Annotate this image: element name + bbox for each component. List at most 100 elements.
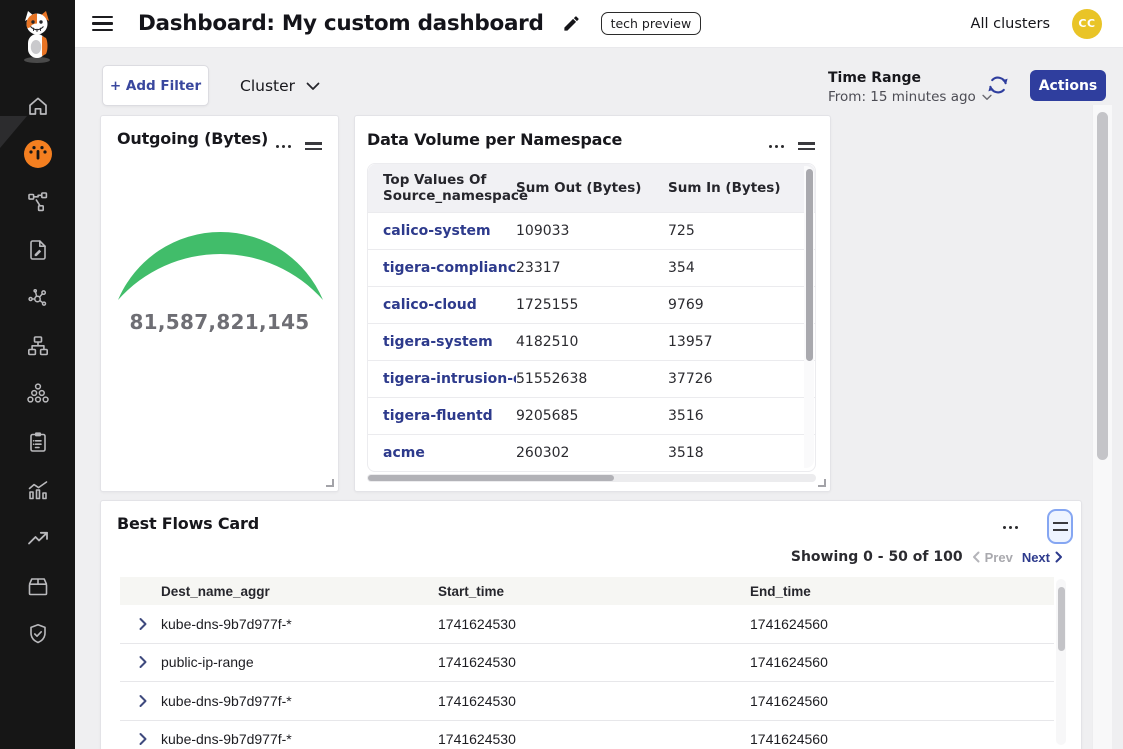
drag-handle-focused[interactable]	[1047, 509, 1073, 544]
table-header-row: Top Values Of Source_namespace Sum Out (…	[368, 164, 815, 212]
sum-out-value: 260302	[516, 445, 668, 461]
clipboard-icon	[26, 430, 50, 454]
namespace-link[interactable]: calico-cloud	[383, 297, 516, 313]
namespace-link[interactable]: calico-system	[383, 223, 516, 239]
table-row: tigera-system 4182510 13957	[368, 323, 815, 360]
sum-out-value: 1725155	[516, 297, 668, 313]
expand-row-button[interactable]	[136, 730, 150, 749]
chevron-right-icon	[1055, 551, 1063, 563]
scrollbar-thumb[interactable]	[1058, 587, 1065, 651]
main-content: + Add Filter Cluster Time Range From: 15…	[75, 48, 1123, 749]
namespace-link[interactable]: tigera-fluentd	[383, 408, 516, 424]
table-row: tigera-compliance 23317 354	[368, 249, 815, 286]
namespace-link[interactable]: tigera-compliance	[383, 260, 516, 276]
user-avatar[interactable]: CC	[1072, 9, 1102, 39]
more-options-icon[interactable]	[1002, 522, 1019, 533]
more-options-icon[interactable]	[275, 141, 292, 152]
sidebar-item-network[interactable]	[0, 274, 75, 322]
page-scrollbar[interactable]	[1092, 105, 1112, 749]
expand-row-button[interactable]	[136, 614, 150, 633]
chevron-right-icon	[139, 656, 147, 669]
outgoing-bytes-card: Outgoing (Bytes) 81,587,821,145	[100, 115, 339, 492]
column-header: Sum Out (Bytes)	[516, 180, 668, 196]
add-filter-button[interactable]: + Add Filter	[102, 65, 209, 106]
expand-row-button[interactable]	[136, 653, 150, 672]
table-vertical-scrollbar[interactable]	[804, 166, 814, 468]
next-page-button[interactable]: Next	[1022, 550, 1063, 565]
time-range-dropdown[interactable]: From: 15 minutes ago	[828, 89, 992, 105]
shield-check-icon	[26, 622, 50, 646]
tech-preview-badge: tech preview	[601, 12, 702, 35]
card-title: Outgoing (Bytes)	[117, 129, 268, 148]
more-options-icon[interactable]	[768, 141, 785, 152]
prev-page-button[interactable]: Prev	[972, 550, 1013, 565]
sidebar-item-home[interactable]	[0, 82, 75, 130]
cluster-nodes-icon	[25, 381, 51, 407]
sidebar-item-statistics[interactable]	[0, 466, 75, 514]
menu-hamburger-icon[interactable]	[92, 12, 113, 35]
namespace-link[interactable]: tigera-system	[383, 334, 516, 350]
sidebar-item-dashboards[interactable]	[0, 130, 75, 178]
pagination-summary: Showing 0 - 50 of 100	[791, 549, 963, 565]
scrollbar-thumb[interactable]	[806, 169, 813, 361]
namespace-link[interactable]: tigera-intrusion-d…	[383, 371, 516, 387]
home-icon	[26, 94, 50, 118]
sidebar-item-clusters[interactable]	[0, 370, 75, 418]
cluster-filter-dropdown[interactable]: Cluster	[240, 74, 320, 98]
time-range-value: From: 15 minutes ago	[828, 89, 976, 105]
sidebar-item-security[interactable]	[0, 610, 75, 658]
expand-row-button[interactable]	[136, 691, 150, 710]
scrollbar-thumb[interactable]	[1097, 112, 1108, 460]
sidebar-item-trends[interactable]	[0, 514, 75, 562]
dest-name: kube-dns-9b7d977f-*	[120, 693, 438, 709]
pagination: Showing 0 - 50 of 100 Prev Next	[791, 549, 1063, 565]
sidebar-item-compliance[interactable]	[0, 418, 75, 466]
policy-document-icon	[26, 238, 50, 262]
dashboard-gauge-icon	[23, 139, 53, 169]
gauge-arc	[118, 232, 323, 300]
chevron-left-icon	[972, 551, 980, 563]
end-time: 1741624560	[750, 616, 1054, 632]
drag-handle-icon[interactable]	[798, 136, 815, 157]
sum-in-value: 13957	[668, 334, 808, 350]
cluster-selector[interactable]: All clusters	[971, 16, 1050, 32]
sum-out-value: 51552638	[516, 371, 668, 387]
table-horizontal-scrollbar[interactable]	[367, 474, 816, 482]
stats-chart-icon	[26, 478, 50, 502]
table-vertical-scrollbar[interactable]	[1056, 579, 1066, 745]
table-row: calico-cloud 1725155 9769	[368, 286, 815, 323]
end-time: 1741624560	[750, 693, 1054, 709]
scrollbar-thumb[interactable]	[368, 475, 614, 481]
namespace-volume-card: Data Volume per Namespace Top Values Of …	[354, 115, 831, 492]
sidebar	[0, 0, 75, 749]
prev-label: Prev	[985, 550, 1013, 565]
next-label: Next	[1022, 550, 1050, 565]
sidebar-item-workloads[interactable]	[0, 562, 75, 610]
app-viewport: Dashboard: My custom dashboard tech prev…	[0, 0, 1123, 749]
sum-in-value: 725	[668, 223, 808, 239]
sum-in-value: 9769	[668, 297, 808, 313]
refresh-button[interactable]	[986, 73, 1010, 97]
drag-handle-icon[interactable]	[305, 136, 322, 157]
calico-cat-logo[interactable]	[15, 8, 59, 70]
start-time: 1741624530	[438, 616, 750, 632]
edit-dashboard-button[interactable]	[562, 14, 581, 33]
trending-up-icon	[26, 526, 50, 550]
card-resize-handle[interactable]	[326, 479, 334, 487]
actions-button[interactable]: Actions	[1030, 70, 1106, 101]
sum-out-value: 9205685	[516, 408, 668, 424]
sidebar-item-policies[interactable]	[0, 226, 75, 274]
card-resize-handle[interactable]	[818, 479, 826, 487]
sidebar-item-sitemap[interactable]	[0, 322, 75, 370]
end-time: 1741624560	[750, 731, 1054, 747]
namespace-link[interactable]: acme	[383, 445, 516, 461]
start-time: 1741624530	[438, 654, 750, 670]
table-row: kube-dns-9b7d977f-* 1741624530 174162456…	[120, 721, 1054, 749]
card-title: Best Flows Card	[117, 514, 259, 533]
dest-name: kube-dns-9b7d977f-*	[120, 731, 438, 747]
sum-in-value: 37726	[668, 371, 808, 387]
pencil-icon	[562, 14, 581, 33]
sum-in-value: 3516	[668, 408, 808, 424]
package-box-icon	[26, 574, 50, 598]
sidebar-item-service-graph[interactable]	[0, 178, 75, 226]
